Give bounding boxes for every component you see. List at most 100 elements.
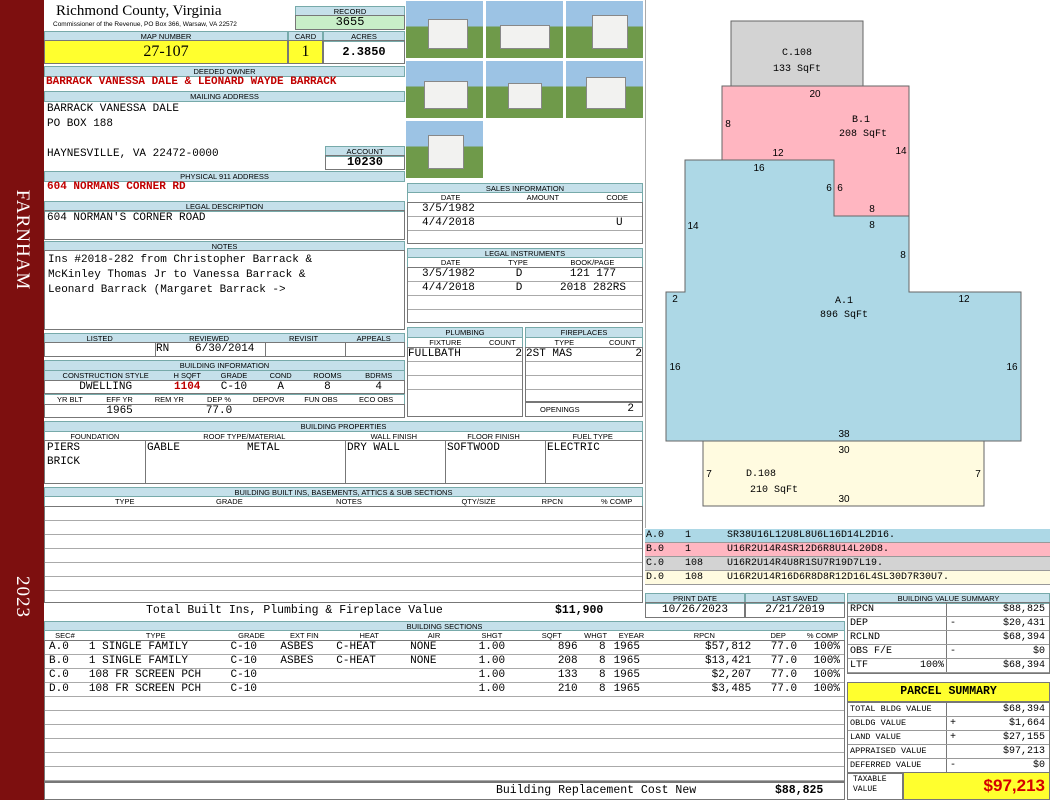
effective-year: 1965 — [106, 405, 133, 417]
dim-label: 16 — [669, 362, 681, 373]
col-type: TYPE — [145, 631, 166, 640]
instrument-row: 4/4/2018 D 2018 282RS — [408, 282, 642, 296]
col-eyear: EYEAR — [618, 631, 645, 640]
summary-sign — [946, 603, 960, 616]
section-cell: 210 — [557, 683, 578, 695]
section-cell — [332, 669, 406, 683]
vector-row: A.0 1 SR38U16L12U8L8U6L16D14L2D16. — [645, 529, 1050, 543]
section-cell: 1.00 — [478, 669, 506, 681]
garage-photo[interactable] — [405, 120, 484, 179]
dim-label: 6 — [837, 183, 843, 194]
bedrooms: 4 — [375, 381, 382, 393]
section-area: 896 SqFt — [820, 310, 868, 321]
owner-name: BARRACK VANESSA DALE & LEONARD WAYDE BAR… — [46, 76, 337, 88]
section-cell: 77.0 — [770, 683, 798, 695]
sale-date-header: DATE — [440, 193, 461, 202]
openings-count: 2 — [627, 403, 634, 415]
depovr-header: DEPOVR — [252, 395, 285, 404]
yrblt-header: YR BLT — [57, 395, 83, 404]
value-summary-table: RPCN $88,825 DEP - $20,431 RCLND $68,394 OBS F/… — [847, 602, 1050, 674]
summary-sign: - — [946, 645, 960, 658]
section-row: C.0 108 FR SCREEN PCH C-10 1.00 133 8 1965 $2,2… — [45, 669, 844, 683]
plumbing-table: FULLBATH 2 — [407, 347, 523, 417]
section-cell: C-10 — [230, 641, 257, 653]
account-number: 10230 — [325, 155, 405, 170]
section-cell: 208 — [557, 655, 578, 667]
listing-row: RN 6/30/2014 — [44, 342, 405, 357]
dep-header: DEP % — [206, 395, 232, 404]
parcel-summary-title: PARCEL SUMMARY — [847, 682, 1050, 702]
dim-label: 14 — [687, 221, 699, 232]
roof-material: METAL — [247, 442, 281, 454]
section-cell: 133 — [557, 669, 578, 681]
section-cell: 108 FR SCREEN PCH — [88, 683, 202, 695]
col-heat: HEAT — [359, 631, 379, 640]
builtin-rpcn-header: RPCN — [541, 497, 563, 506]
section-area: 208 SqFt — [839, 129, 887, 140]
summary-key: LTF — [850, 660, 869, 671]
section-cell: 1.00 — [478, 641, 506, 653]
house-photo[interactable] — [405, 0, 484, 59]
grade: C-10 — [220, 381, 248, 393]
value-summary-row: LTF 100% $68,394 — [848, 659, 1049, 673]
style-header: CONSTRUCTION STYLE — [62, 371, 149, 380]
house-photo[interactable] — [405, 60, 484, 119]
building-sketch: C.108 133 SqFt B.1 208 SqFt A.1 896 SqFt… — [645, 0, 1050, 528]
section-cell: 8 — [598, 655, 606, 667]
economic-obs — [348, 405, 404, 417]
builtin-grade-header: GRADE — [216, 497, 243, 506]
fireplace-row: 2ST MAS 2 — [526, 348, 642, 362]
dim-label: 12 — [958, 294, 970, 305]
col-whgt: WHGT — [584, 631, 608, 640]
plumbing-count-header: COUNT — [489, 338, 516, 347]
section-cell: $57,812 — [704, 641, 752, 653]
openings-label: OPENINGS — [540, 405, 580, 414]
parcel-value: $1,664 — [1008, 718, 1045, 729]
summary-pct — [894, 617, 946, 630]
dim-label: 8 — [869, 204, 875, 215]
parcel-value: $27,155 — [1002, 732, 1045, 743]
summary-key: OBS F/E — [850, 646, 893, 657]
builtin-notes-header: NOTES — [336, 497, 362, 506]
house-photo[interactable] — [565, 0, 644, 59]
house-photo[interactable] — [565, 60, 644, 119]
section-cell: 1965 — [613, 655, 640, 667]
section-cell: D.0 — [49, 683, 69, 695]
dim-label: 30 — [838, 494, 850, 505]
dim-label: 12 — [772, 148, 784, 159]
section-cell: $13,421 — [704, 655, 752, 667]
functional-obs — [294, 405, 349, 417]
shed-photo[interactable] — [485, 0, 564, 59]
summary-value: $20,431 — [1002, 618, 1045, 629]
section-cell: C-10 — [230, 669, 257, 681]
fixture-header: FIXTURE — [429, 338, 462, 347]
parcel-summary-row: OBLDG VALUE + $1,664 — [848, 717, 1049, 731]
roof-type: GABLE — [147, 442, 181, 454]
district-name: FARNHAM — [12, 189, 33, 291]
sale-amount-header: AMOUNT — [526, 193, 560, 202]
section-cell: 77.0 — [770, 669, 798, 681]
taxable-value: $97,213 — [903, 772, 1050, 800]
remyr-header: REM YR — [154, 395, 184, 404]
builtins-total: $11,900 — [555, 604, 604, 617]
rcn-label: Building Replacement Cost New — [496, 784, 697, 797]
parcel-value: $68,394 — [1002, 704, 1045, 715]
rooms-header: ROOMS — [313, 371, 342, 380]
col-grade: GRADE — [238, 631, 265, 640]
mailing-line-1: BARRACK VANESSA DALE — [47, 103, 180, 115]
section-cell: B.0 — [49, 655, 69, 667]
legal-box — [44, 210, 405, 240]
section-cell — [332, 683, 406, 697]
section-cell: ASBES — [280, 641, 314, 653]
shed-photo[interactable] — [485, 60, 564, 119]
mailing-address-label: MAILING ADDRESS — [44, 91, 405, 102]
legal-instruments-table: 3/5/1982 D 121 177 4/4/2018 D 2018 282RS — [407, 267, 643, 323]
summary-pct — [894, 645, 946, 658]
summary-sign — [946, 631, 960, 644]
parcel-summary-row: DEFERRED VALUE - $0 — [848, 759, 1049, 773]
notes-box: Ins #2018-282 from Christopher Barrack &… — [44, 250, 405, 330]
col-sqft: SQFT — [541, 631, 562, 640]
construction-style: DWELLING — [79, 381, 133, 393]
plumbing-row: FULLBATH 2 — [408, 348, 522, 362]
summary-pct: 100% — [919, 660, 944, 671]
